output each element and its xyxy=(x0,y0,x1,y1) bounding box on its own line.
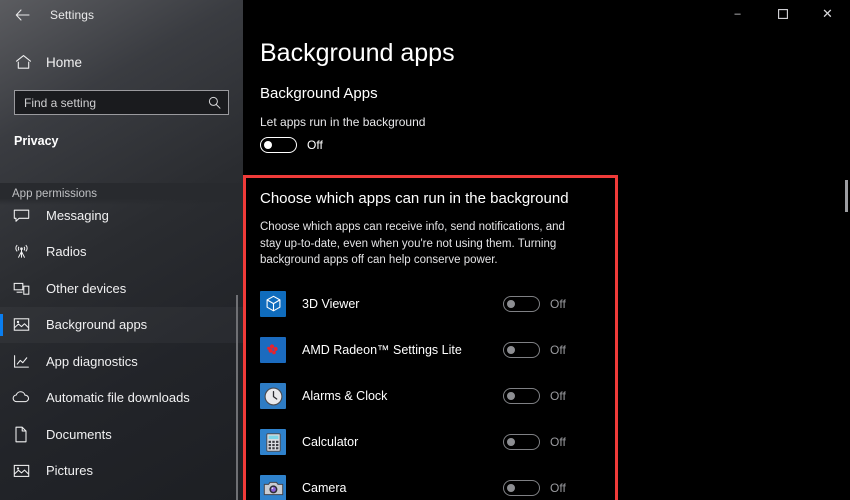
message-icon xyxy=(12,206,30,224)
sidebar-item-label: Documents xyxy=(46,426,112,442)
main-content: – ✕ Background apps Background Apps Let … xyxy=(243,0,850,500)
toggle-knob xyxy=(507,484,515,493)
sidebar-titlebar: Settings xyxy=(0,0,243,30)
window-controls: – ✕ xyxy=(715,0,850,28)
3d-viewer-icon xyxy=(260,291,286,318)
sidebar-item-label: Radios xyxy=(46,244,87,260)
background-apps-icon xyxy=(12,316,30,334)
search-box[interactable] xyxy=(14,90,229,115)
sidebar-item-label: Pictures xyxy=(46,463,93,479)
toggle-knob xyxy=(507,300,515,309)
choose-apps-title: Choose which apps can run in the backgro… xyxy=(260,190,569,207)
app-toggle-switch[interactable] xyxy=(503,480,540,497)
app-name: Calculator xyxy=(302,435,359,450)
picture-icon xyxy=(12,462,30,480)
master-toggle-state: Off xyxy=(307,138,323,152)
app-toggle-state: Off xyxy=(550,481,566,496)
cloud-download-icon xyxy=(12,389,30,407)
master-toggle-row: Off xyxy=(243,137,850,153)
app-toggle-state: Off xyxy=(550,343,566,358)
app-toggle-row: Off xyxy=(503,480,615,497)
toggle-knob xyxy=(507,392,515,401)
app-toggle-switch[interactable] xyxy=(503,296,540,313)
sidebar-item-automatic-file-downloads[interactable]: Automatic file downloads xyxy=(0,380,243,417)
sidebar-scrollbar[interactable] xyxy=(236,295,238,500)
app-toggle-row: Off xyxy=(503,342,615,359)
app-toggle-row: Off xyxy=(503,434,615,451)
sidebar-item-label: Other devices xyxy=(46,280,127,296)
sidebar-item-videos[interactable]: Videos xyxy=(0,489,243,500)
list-item: Camera Off xyxy=(246,465,615,500)
sidebar-category-title: Privacy xyxy=(14,134,59,148)
sidebar-item-label: Automatic file downloads xyxy=(46,390,190,406)
app-toggle-switch[interactable] xyxy=(503,434,540,451)
app-name: 3D Viewer xyxy=(302,297,360,312)
sidebar-item-documents[interactable]: Documents xyxy=(0,416,243,453)
list-item: AMD Radeon™ Settings Lite Off xyxy=(246,327,615,373)
close-button[interactable]: ✕ xyxy=(805,0,850,28)
search-icon[interactable] xyxy=(207,96,221,110)
sidebar-item-radios[interactable]: Radios xyxy=(0,234,243,271)
highlight-annotation-box: Choose which apps can run in the backgro… xyxy=(243,175,618,500)
sidebar-item-pictures[interactable]: Pictures xyxy=(0,453,243,490)
list-item: Alarms & Clock Off xyxy=(246,373,615,419)
app-name: Camera xyxy=(302,481,347,496)
sidebar-section-header: App permissions xyxy=(0,183,243,205)
home-icon xyxy=(14,53,32,71)
choose-apps-description: Choose which apps can receive info, send… xyxy=(260,221,565,267)
toggle-knob xyxy=(507,346,515,355)
background-apps-list: 3D Viewer Off AMD Radeon™ Settings Lite … xyxy=(246,281,615,500)
minimize-button[interactable]: – xyxy=(715,0,760,28)
sidebar-nav-list: App permissions Messaging Radios Other d… xyxy=(0,183,243,500)
amd-radeon-icon xyxy=(260,337,286,364)
app-toggle-state: Off xyxy=(550,389,566,404)
sidebar-item-label: Messaging xyxy=(46,207,109,223)
main-scrollbar[interactable] xyxy=(845,180,848,212)
app-toggle-switch[interactable] xyxy=(503,342,540,359)
sidebar-item-home[interactable]: Home xyxy=(0,44,243,80)
app-name: Alarms & Clock xyxy=(302,389,388,404)
master-toggle-caption: Let apps run in the background xyxy=(260,115,426,129)
maximize-button[interactable] xyxy=(760,0,805,28)
back-arrow-icon[interactable] xyxy=(14,7,30,23)
settings-window: Settings Home Privacy App permissio xyxy=(0,0,850,500)
app-toggle-state: Off xyxy=(550,297,566,312)
alarms-clock-icon xyxy=(260,383,286,410)
home-label: Home xyxy=(46,54,83,70)
window-title: Settings xyxy=(50,8,95,22)
master-toggle-switch[interactable] xyxy=(260,137,297,153)
document-icon xyxy=(12,425,30,443)
app-toggle-row: Off xyxy=(503,296,615,313)
app-toggle-row: Off xyxy=(503,388,615,405)
app-toggle-switch[interactable] xyxy=(503,388,540,405)
sidebar-item-label: App diagnostics xyxy=(46,353,138,369)
diagnostics-icon xyxy=(12,352,30,370)
list-item: 3D Viewer Off xyxy=(246,281,615,327)
sidebar: Settings Home Privacy App permissio xyxy=(0,0,243,500)
toggle-knob xyxy=(264,141,272,149)
search-input[interactable] xyxy=(24,95,207,110)
radio-tower-icon xyxy=(12,243,30,261)
calculator-icon xyxy=(260,429,286,456)
app-toggle-state: Off xyxy=(550,435,566,450)
toggle-knob xyxy=(507,438,515,447)
sidebar-item-label: Background apps xyxy=(46,317,148,333)
other-devices-icon xyxy=(12,279,30,297)
sidebar-item-background-apps[interactable]: Background apps xyxy=(0,307,243,344)
app-name: AMD Radeon™ Settings Lite xyxy=(302,343,462,358)
list-item: Calculator Off xyxy=(246,419,615,465)
camera-icon xyxy=(260,475,286,500)
section-title: Background Apps xyxy=(260,85,378,102)
sidebar-item-other-devices[interactable]: Other devices xyxy=(0,270,243,307)
sidebar-item-app-diagnostics[interactable]: App diagnostics xyxy=(0,343,243,380)
